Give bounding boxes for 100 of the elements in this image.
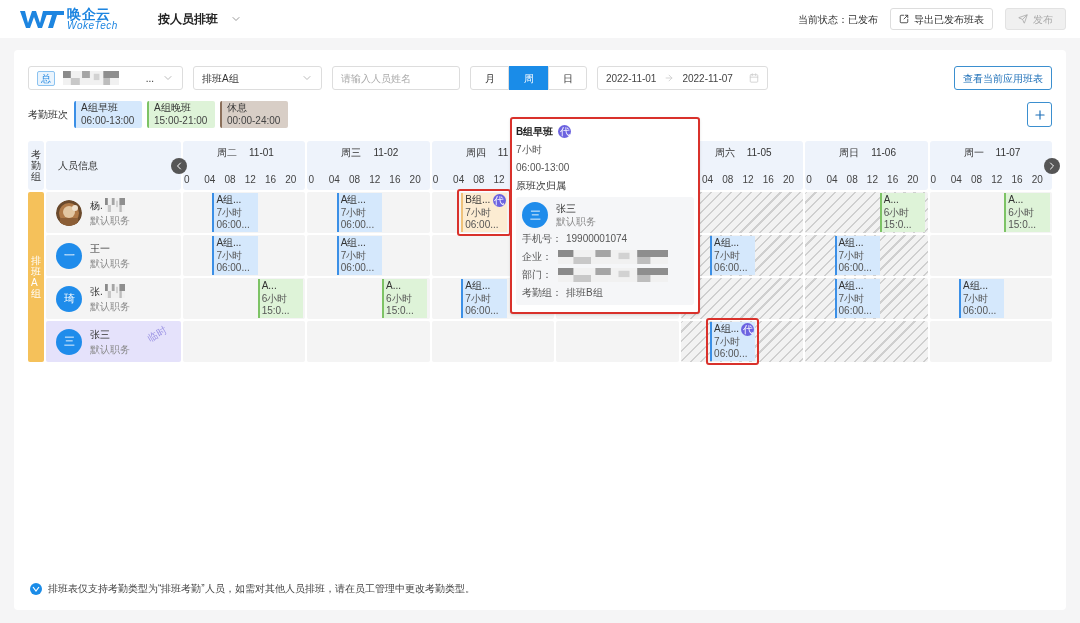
shift-hours: 7小时 — [216, 206, 242, 219]
shift-hours: 7小时 — [714, 335, 740, 348]
shift-legend-chip: A组晚班 15:00-21:00 — [147, 101, 215, 128]
hour-tick: 0 — [432, 174, 439, 185]
view-tab[interactable]: 日 — [548, 66, 587, 90]
weekday: 周三 — [341, 146, 362, 160]
avatar: 三 — [56, 328, 82, 355]
shift-time: 06:00... — [838, 262, 872, 275]
publish-status: 当前状态：已发布 — [798, 12, 878, 27]
shift-time: 06:00... — [714, 262, 748, 275]
shift-hours: 7小时 — [340, 206, 367, 219]
schedule-cell[interactable]: A组... 7小时 06:00... — [307, 235, 430, 276]
popover-section-title: 原班次归属 — [516, 179, 567, 193]
shift-block[interactable]: A... 6小时 15:0... — [382, 279, 428, 318]
shift-block[interactable]: A组... 7小时 06:00... — [834, 279, 880, 318]
hour-tick: 12 — [493, 174, 505, 185]
person-name: 杨. — [90, 198, 103, 213]
weekday: 周日 — [839, 146, 860, 160]
schedule-cell[interactable]: A组... 7小时 06:00... — [805, 235, 928, 276]
shift-time: 15:0... — [261, 305, 290, 318]
shift-hours: 7小时 — [465, 292, 491, 305]
brand-subtitle: WokeTech — [67, 21, 118, 31]
hour-tick: 08 — [722, 174, 734, 185]
shift-time: 06:00... — [962, 305, 997, 318]
shift-time: 15:0... — [883, 219, 912, 232]
schedule-cell[interactable]: A... 6小时 15:0... — [307, 278, 430, 319]
shift-block[interactable]: A... 6小时 15:0... — [879, 193, 926, 232]
person-column-header: 人员信息 — [46, 141, 181, 190]
popover-hours: 7小时 — [516, 143, 543, 157]
field-label: 企业： — [522, 250, 552, 264]
shift-hours: 7小时 — [714, 249, 740, 262]
hour-tick: 20 — [409, 174, 421, 185]
substitute-badge: 代 — [741, 323, 755, 336]
hour-tick: 08 — [473, 174, 485, 185]
org-select[interactable]: 总 ... — [28, 66, 183, 90]
shift-time: 06:00... — [465, 219, 499, 232]
shift-title: B组... — [465, 194, 491, 207]
weekday: 周四 — [465, 146, 486, 160]
schedule-cell[interactable]: A组... 7小时 06:00... — [183, 192, 306, 233]
day-date: 11-07 — [995, 146, 1021, 160]
shift-time: 06:00... — [714, 348, 748, 361]
schedule-cell[interactable]: A... 6小时 15:0... — [929, 192, 1052, 233]
person-name: 王一 — [90, 241, 110, 256]
legend-label: 考勤班次 — [28, 108, 68, 122]
shift-block[interactable]: B组... 7小时 06:00... 代 — [461, 193, 507, 232]
hour-tick: 16 — [1011, 174, 1023, 185]
shift-block[interactable]: A组... 7小时 06:00... — [212, 236, 258, 275]
hour-tick: 12 — [866, 174, 878, 185]
shift-title: A组... — [340, 237, 366, 250]
schedule-cell[interactable]: A... 6小时 15:0... — [805, 192, 928, 233]
person-role: 默认职务 — [90, 213, 130, 228]
hour-tick: 0 — [930, 174, 937, 185]
shift-hours: 6小时 — [261, 292, 288, 305]
shift-block[interactable]: A... 6小时 15:0... — [1004, 193, 1050, 232]
schedule-cell[interactable]: A组... 7小时 06:00... 代 — [680, 321, 804, 362]
view-current-schedule-button[interactable]: 查看当前应用班表 — [954, 66, 1052, 90]
shift-block[interactable]: A组... 7小时 06:00... — [461, 279, 507, 318]
person-name: 张. — [90, 284, 103, 299]
shift-title: A组... — [838, 237, 864, 250]
shift-block[interactable]: A组... 7小时 06:00... — [958, 279, 1005, 318]
day-date: 11 — [497, 146, 509, 160]
hour-tick: 16 — [389, 174, 401, 185]
shift-block[interactable]: A组... 7小时 06:00... — [336, 236, 383, 275]
person-role: 默认职务 — [556, 215, 596, 228]
shift-block[interactable]: A... 6小时 15:0... — [257, 279, 303, 318]
date-range-field[interactable]: 2022-11-01 2022-11-07 — [597, 66, 768, 90]
select-value: ... — [145, 71, 154, 86]
field-value: 19900001074 — [566, 232, 628, 246]
shift-block[interactable]: A组... 7小时 06:00... — [834, 236, 880, 275]
schedule-cell[interactable]: A组... 7小时 06:00... — [307, 192, 430, 233]
shift-time: 15:0... — [1008, 219, 1037, 232]
schedule-cell[interactable]: A组... 7小时 06:00... — [183, 235, 306, 276]
schedule-cell[interactable]: A... 6小时 15:0... — [183, 278, 306, 319]
schedule-cell[interactable]: A组... 7小时 06:00... — [929, 278, 1052, 319]
person-cell[interactable]: 三 张三 默认职务 临时 — [46, 321, 181, 362]
person-cell[interactable]: 杨. 默认职务 — [46, 192, 181, 233]
schedule-cell[interactable]: A组... 7小时 06:00... — [805, 278, 928, 319]
shift-title: A组... — [216, 194, 242, 207]
hour-tick: 04 — [328, 174, 340, 185]
shift-block[interactable]: A组... 7小时 06:00... 代 — [710, 322, 756, 361]
shift-block[interactable]: A组... 7小时 06:00... — [212, 193, 258, 232]
export-button[interactable]: 导出已发布班表 — [890, 8, 993, 30]
avatar: 琦 — [56, 285, 82, 312]
brand-name: 唤企云 — [67, 7, 112, 21]
name-search-field[interactable]: 请输入人员姓名 — [332, 66, 460, 90]
view-tab[interactable]: 周 — [509, 66, 548, 90]
popover-title: B组早班 — [516, 125, 554, 139]
shift-time: 06:00... — [216, 219, 250, 232]
shift-title: A组... — [465, 280, 491, 293]
shift-block[interactable]: A组... 7小时 06:00... — [336, 193, 383, 232]
shift-block[interactable]: A组... 7小时 06:00... — [710, 236, 756, 275]
person-cell[interactable]: 琦 张. 默认职务 — [46, 278, 181, 319]
view-tab[interactable]: 月 — [470, 66, 509, 90]
group-select[interactable]: 排班A组 — [193, 66, 322, 90]
temporary-watermark: 临时 — [144, 322, 170, 345]
person-role: 默认职务 — [90, 256, 130, 271]
page-title-dropdown[interactable]: 按人员排班 — [157, 10, 242, 28]
hour-tick: 12 — [742, 174, 754, 185]
weekday: 周二 — [217, 146, 237, 160]
person-cell[interactable]: 一 王一 默认职务 — [46, 235, 181, 276]
